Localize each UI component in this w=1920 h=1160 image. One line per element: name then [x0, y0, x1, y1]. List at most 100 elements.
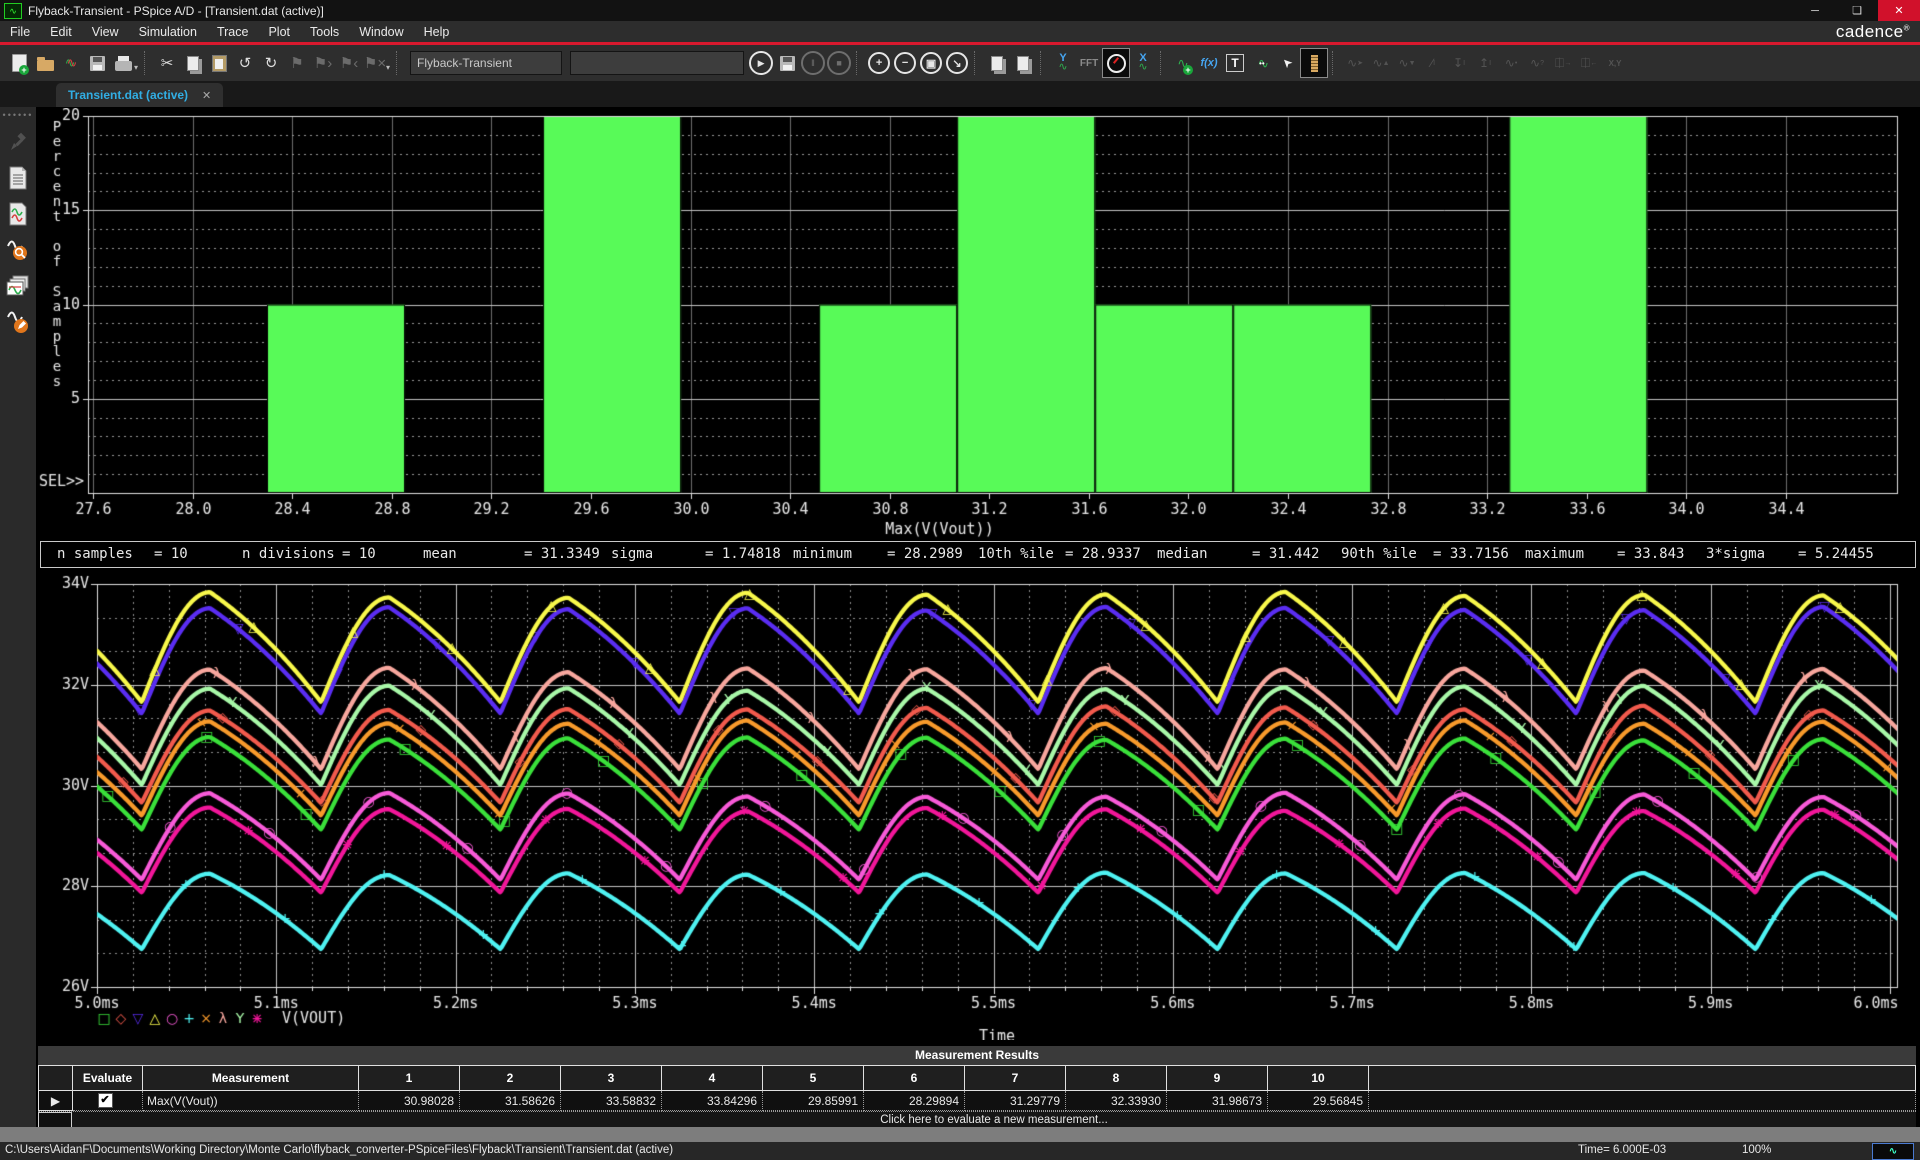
measurement-value-cell[interactable]: 28.29894 — [864, 1091, 965, 1111]
run-button[interactable]: ▶ — [748, 49, 774, 77]
menu-item-tools[interactable]: Tools — [300, 21, 349, 42]
close-button[interactable]: ✕ — [1878, 0, 1920, 21]
add-trace-icon[interactable]: ∿+ — [1170, 49, 1196, 77]
measurement-value-cell[interactable]: 31.29779 — [965, 1091, 1066, 1111]
stat-label: n samples — [57, 542, 133, 567]
measurement-name-cell[interactable]: Max(V(Vout)) — [143, 1091, 359, 1111]
stat-value: = 33.7156 — [1433, 542, 1509, 567]
paste-plot-icon[interactable] — [1010, 49, 1036, 77]
window-title: Flyback-Transient - PSpice A/D - [Transi… — [28, 4, 324, 18]
cursor-freehand-icon: ∿➤ — [1342, 49, 1368, 77]
pspice-document-icon[interactable] — [3, 162, 33, 194]
menu-item-simulation[interactable]: Simulation — [129, 21, 207, 42]
simulation-time: Time= 6.000E-03 — [1578, 1144, 1666, 1156]
minimize-button[interactable]: ─ — [1794, 0, 1836, 21]
search-combobox[interactable] — [570, 51, 744, 75]
evaluate-measurement-icon[interactable]: f(x) — [1196, 49, 1222, 77]
toolbar-grip: •••••• — [3, 110, 34, 120]
menu-item-trace[interactable]: Trace — [207, 21, 259, 42]
maximize-button[interactable]: ❏ — [1836, 0, 1878, 21]
pause-button: ‖ — [800, 49, 826, 77]
tab-transient-dat[interactable]: Transient.dat (active) ✕ — [56, 83, 223, 107]
log-y-icon[interactable]: Y∿ — [1050, 49, 1076, 77]
row-selector-header — [39, 1066, 73, 1091]
stat-value: = 10 — [342, 542, 376, 567]
log-x-icon[interactable]: X∿ — [1130, 49, 1156, 77]
menu-item-view[interactable]: View — [82, 21, 129, 42]
measurement-value-cell[interactable]: 29.56845 — [1268, 1091, 1369, 1111]
evaluate-checkbox[interactable]: ✔ — [98, 1093, 113, 1108]
search-waveform-icon[interactable] — [3, 234, 33, 266]
cursor-xy-icon: X,Y — [1602, 49, 1628, 77]
measurement-value-cell[interactable]: 32.33930 — [1066, 1091, 1167, 1111]
tab-close-icon[interactable]: ✕ — [202, 89, 211, 102]
row-selector-cell[interactable]: ▶ — [39, 1091, 73, 1111]
cursor-search-icon: ∿? — [1524, 49, 1550, 77]
run-column-header: 10 — [1268, 1066, 1369, 1091]
save-results-icon[interactable] — [774, 49, 800, 77]
bookmark-icon: ⚑ — [284, 49, 310, 77]
bookmark-clear-icon: ⚑× — [362, 49, 388, 77]
run-column-header: 6 — [864, 1066, 965, 1091]
mark-data-points-icon[interactable]: ∿•• — [1248, 49, 1274, 77]
waveform-plot[interactable] — [36, 570, 1920, 1040]
cursor-previous-transition-icon: ⎅← — [1576, 49, 1602, 77]
menu-item-edit[interactable]: Edit — [40, 21, 82, 42]
zoom-area-icon[interactable]: ↘ — [944, 49, 970, 77]
edit-waveform-icon[interactable] — [3, 306, 33, 338]
paste-icon[interactable] — [206, 49, 232, 77]
measurement-value-cell[interactable]: 31.58626 — [460, 1091, 561, 1111]
measurement-value-cell[interactable]: 30.98028 — [359, 1091, 460, 1111]
run-column-header: 8 — [1066, 1066, 1167, 1091]
menu-item-help[interactable]: Help — [414, 21, 460, 42]
copy-plot-icon[interactable] — [984, 49, 1010, 77]
toolbar: + ∿∿ ▾ ✂ ↺ ↻ ⚑ ⚑› ⚑‹ ⚑×▾ ▶ ‖ ■ + − ▣ ↘ Y… — [0, 45, 1920, 81]
save-icon[interactable] — [84, 49, 110, 77]
stop-button: ■ — [826, 49, 852, 77]
copy-icon[interactable] — [180, 49, 206, 77]
open-simulation-icon[interactable]: ∿∿ — [58, 49, 84, 77]
stat-label: sigma — [611, 542, 653, 567]
measurement-value-cell[interactable]: 29.85991 — [763, 1091, 864, 1111]
evaluate-cell[interactable]: ✔ — [73, 1091, 143, 1111]
zoom-fit-icon[interactable]: ▣ — [918, 49, 944, 77]
performance-analysis-icon[interactable] — [1102, 48, 1130, 78]
waveform-status-icon: ∿∿ — [1872, 1143, 1914, 1160]
stat-label: minimum — [793, 542, 852, 567]
stat-value: = 5.24455 — [1798, 542, 1874, 567]
fft-icon[interactable]: FFT — [1076, 49, 1102, 77]
cursor-point-icon: ∿• — [1498, 49, 1524, 77]
menu-item-window[interactable]: Window — [349, 21, 413, 42]
zoom-out-icon[interactable]: − — [892, 49, 918, 77]
print-icon[interactable] — [110, 49, 136, 77]
simulation-profile-combobox[interactable] — [410, 51, 562, 75]
measurement-header: Measurement — [143, 1066, 359, 1091]
plot-stack-icon[interactable] — [3, 270, 33, 302]
menu-bar: FileEditViewSimulationTracePlotToolsWind… — [0, 21, 1920, 45]
zoom-in-icon[interactable]: + — [866, 49, 892, 77]
cursor-next-transition-icon: ⎅→ — [1550, 49, 1576, 77]
histogram-plot[interactable] — [36, 108, 1920, 538]
measurement-value-cell[interactable]: 33.84296 — [662, 1091, 763, 1111]
measurement-results-title: Measurement Results — [38, 1046, 1916, 1065]
menu-item-file[interactable]: File — [0, 21, 40, 42]
stat-value: = 28.9337 — [1065, 542, 1141, 567]
evaluate-header: Evaluate — [73, 1066, 143, 1091]
measurement-value-cell[interactable]: 31.98673 — [1167, 1091, 1268, 1111]
measurement-table: Evaluate Measurement 12345678910 ▶ ✔ Max… — [38, 1065, 1916, 1111]
undo-icon[interactable]: ↺ — [232, 49, 258, 77]
redo-icon[interactable]: ↻ — [258, 49, 284, 77]
simulation-document-icon[interactable] — [3, 198, 33, 230]
ruler-icon[interactable] — [1300, 48, 1328, 78]
cut-icon[interactable]: ✂ — [154, 49, 180, 77]
new-file-icon[interactable]: + — [6, 49, 32, 77]
measurement-value-cell[interactable]: 33.58832 — [561, 1091, 662, 1111]
side-toolbar: •••••• — [0, 107, 36, 1127]
stat-label: n divisions — [242, 542, 335, 567]
open-file-icon[interactable] — [32, 49, 58, 77]
menu-item-plot[interactable]: Plot — [258, 21, 300, 42]
cursor-trough-icon: ∿▼ — [1394, 49, 1420, 77]
cursor-arrow-icon[interactable]: ➤ — [1274, 49, 1300, 77]
text-label-icon[interactable]: T — [1222, 49, 1248, 77]
run-column-header: 7 — [965, 1066, 1066, 1091]
